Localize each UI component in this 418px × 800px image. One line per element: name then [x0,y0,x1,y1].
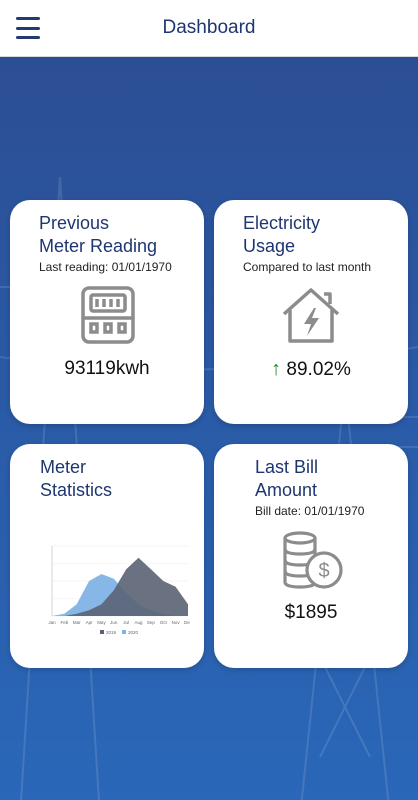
last-bill-amount-card[interactable]: Last Bill Amount Bill date: 01/01/1970 $… [214,444,408,668]
hamburger-menu-icon[interactable] [16,17,40,39]
x-tick-label: May [97,620,106,625]
legend-label-2019: 2019 [106,630,117,635]
usage-change-row: ↑ 89.02% [214,358,408,381]
card-title-line1: Last Bill [255,457,319,477]
meter-statistics-card[interactable]: Meter Statistics Jan Feb Mar Apr May Jun Jul Au… [10,444,204,668]
area-series-2019 [52,557,188,616]
meter-reading-value: 93119kwh [64,358,150,379]
house-lightning-icon [280,286,342,349]
app-header: Dashboard [0,0,418,57]
electric-meter-icon [80,285,136,350]
arrow-up-icon: ↑ [271,358,282,380]
legend-swatch-2020 [122,630,126,634]
card-title-line2: Usage [243,236,296,256]
x-tick-label: Aug [135,620,144,625]
x-tick-label: Nov [172,620,181,625]
background-area [0,57,418,800]
x-tick-label: Sep [147,620,156,625]
bill-amount-value: $1895 [284,602,338,623]
legend-swatch-2019 [100,630,104,634]
x-tick-label: Jul [123,620,129,625]
x-tick-label: Oct [160,620,168,625]
menu-bar [16,26,40,30]
card-title-line2: Statistics [40,480,113,500]
legend-label-2020: 2020 [128,630,139,635]
x-tick-label: Jun [110,620,118,625]
area-chart-thumbnail: Jan Feb Mar AprMay Jun Jul AugSep Oct NovDec 2019… [48,545,190,635]
coins-dollar-icon: $ [280,530,344,597]
card-title-line2: Amount [255,480,318,500]
bill-date: Bill date: 01/01/1970 [255,504,365,518]
x-tick-label: Mar [73,620,81,625]
card-title-line2: Meter Reading [39,236,158,256]
card-title-line1: Electricity [243,213,321,233]
previous-meter-reading-card[interactable]: Previous Meter Reading Last reading: 01/… [10,200,204,424]
page-title: Dashboard [162,17,256,38]
x-tick-label: Jan [48,620,56,625]
x-tick-label: Feb [60,620,68,625]
menu-bar [16,36,40,39]
electricity-usage-card[interactable]: Electricity Usage Compared to last month… [214,200,408,424]
x-tick-label: Apr [86,620,94,625]
svg-text:$: $ [318,560,329,582]
usage-comparison-label: Compared to last month [243,260,372,274]
menu-bar [16,17,40,20]
last-reading-date: Last reading: 01/01/1970 [39,260,172,274]
usage-change-value: 89.02% [286,359,351,380]
x-tick-label: Dec [184,620,190,625]
card-title-line1: Previous [39,213,110,233]
power-tower-background [0,176,418,800]
card-title-line1: Meter [40,457,87,477]
